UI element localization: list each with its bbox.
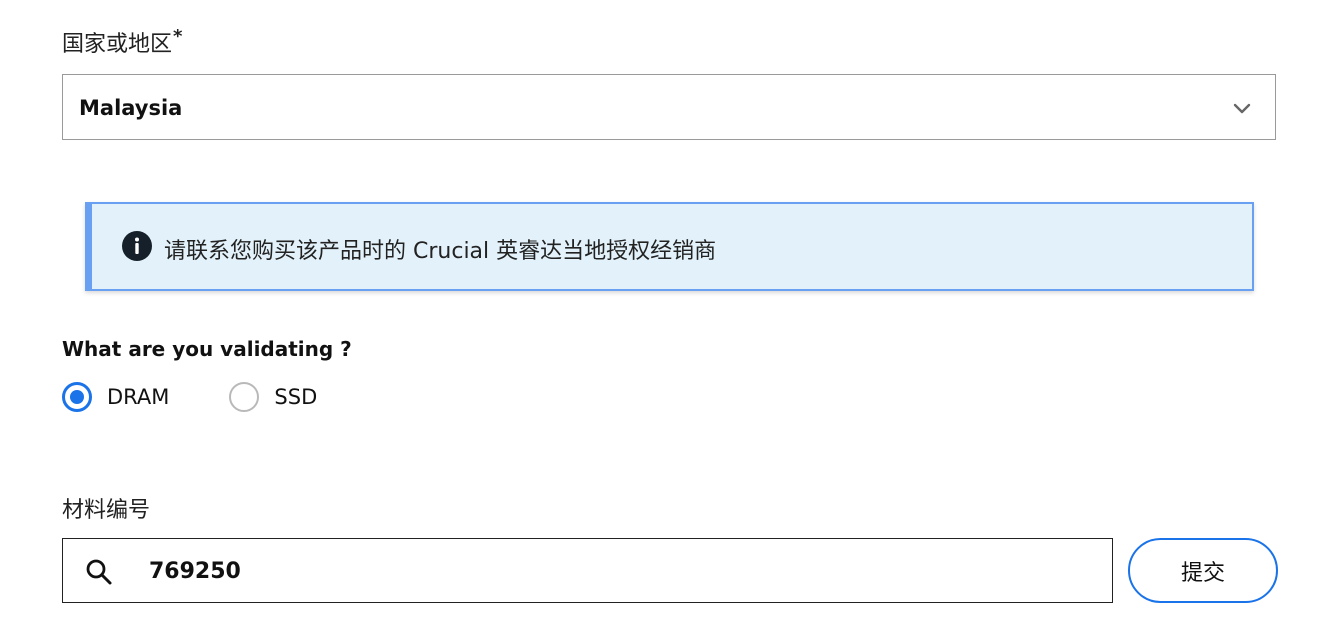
validation-form: 国家或地区 * Malaysia 请联系您购买该产品时的 Crucial 英睿达当…	[0, 0, 1323, 632]
radio-ssd-label[interactable]: SSD	[274, 385, 317, 409]
required-marker: *	[173, 26, 183, 47]
part-number-label: 材料编号	[62, 498, 151, 523]
info-banner-text: 请联系您购买该产品时的 Crucial 英睿达当地授权经销商	[164, 239, 717, 264]
radio-dram-button[interactable]	[62, 382, 92, 412]
country-label: 国家或地区 *	[62, 26, 182, 58]
search-icon	[86, 559, 112, 585]
country-select-value: Malaysia	[79, 96, 183, 120]
radio-dram-label[interactable]: DRAM	[107, 385, 169, 409]
country-select[interactable]: Malaysia	[62, 74, 1276, 140]
radio-option-ssd[interactable]: SSD	[229, 382, 317, 412]
chevron-down-icon	[1233, 103, 1251, 114]
validation-question: What are you validating ?	[62, 337, 352, 361]
radio-option-dram[interactable]: DRAM	[62, 382, 169, 412]
country-label-text: 国家或地区	[62, 32, 173, 57]
part-number-search[interactable]	[62, 538, 1113, 603]
validation-radio-group: DRAM SSD	[62, 382, 317, 412]
radio-ssd-button[interactable]	[229, 382, 260, 412]
part-number-input[interactable]	[149, 551, 1089, 591]
submit-button[interactable]: 提交	[1128, 538, 1278, 603]
info-banner: 请联系您购买该产品时的 Crucial 英睿达当地授权经销商	[85, 202, 1254, 291]
info-icon	[122, 231, 152, 261]
